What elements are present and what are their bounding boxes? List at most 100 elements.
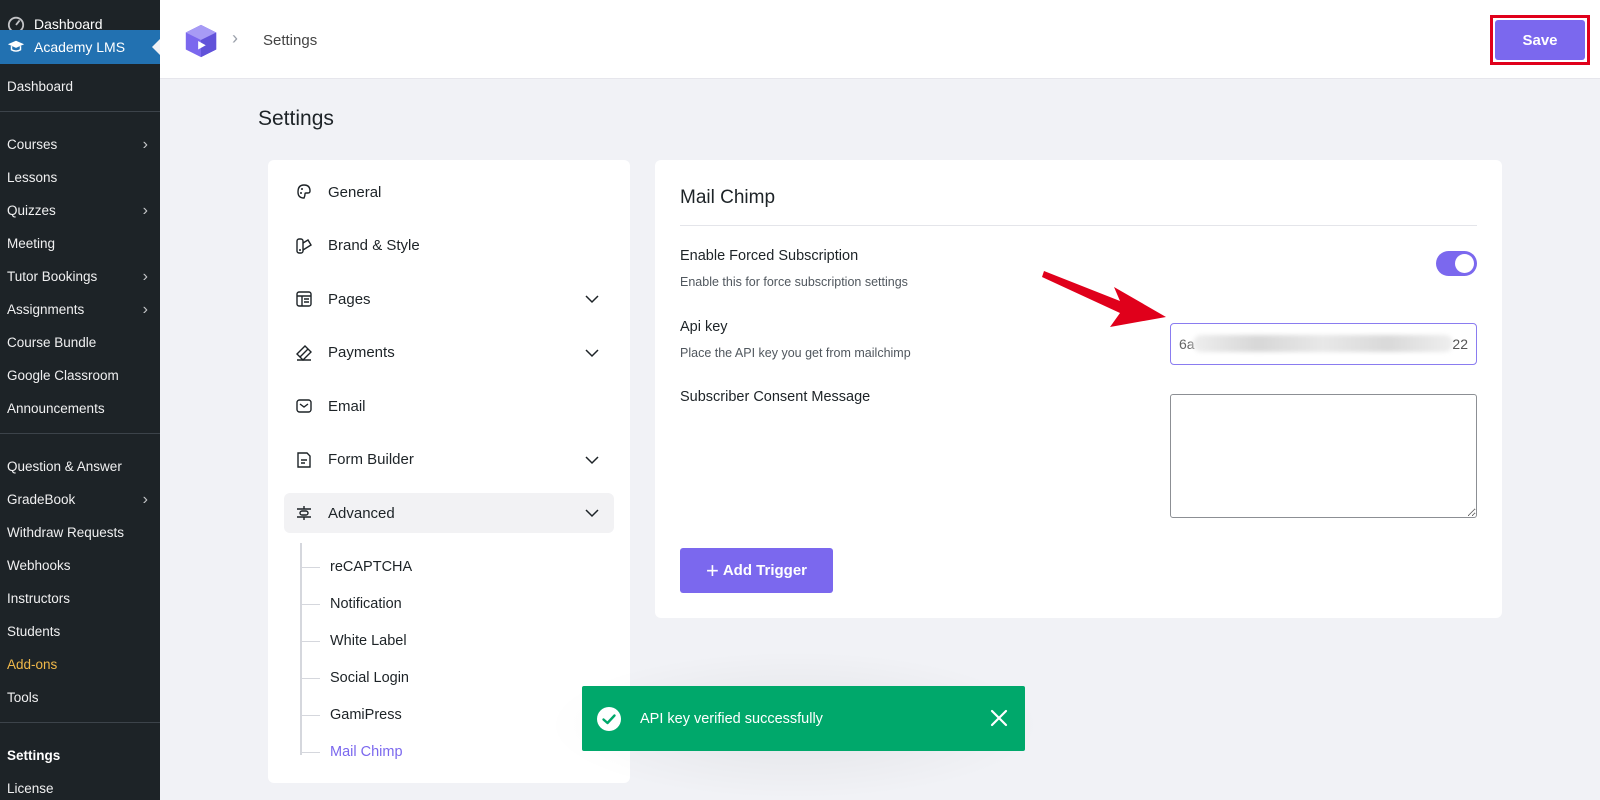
wp-menu-item-announcements[interactable]: Announcements bbox=[0, 392, 160, 425]
settings-nav-form-builder[interactable]: Form Builder bbox=[284, 440, 614, 480]
wp-menu-item-courses[interactable]: Courses › bbox=[0, 128, 160, 161]
chevron-right-icon: › bbox=[142, 201, 148, 219]
forced-subscription-toggle[interactable] bbox=[1436, 251, 1477, 276]
wp-menu-item-withdraw-requests[interactable]: Withdraw Requests bbox=[0, 516, 160, 549]
wp-menu-item-label: Meeting bbox=[7, 236, 56, 251]
advanced-subitem-mail-chimp[interactable]: Mail Chimp bbox=[300, 740, 403, 764]
wp-menu-item-label: Withdraw Requests bbox=[7, 525, 125, 540]
forced-subscription-label: Enable Forced Subscription bbox=[680, 248, 859, 264]
wp-menu-item-dashboard[interactable]: Dashboard bbox=[0, 70, 160, 103]
settings-nav-label: Form Builder bbox=[328, 451, 414, 468]
forced-subscription-hint: Enable this for force subscription setti… bbox=[680, 275, 908, 289]
settings-nav-label: Email bbox=[328, 397, 366, 415]
advanced-subitem-label: Notification bbox=[330, 596, 402, 612]
advanced-subitem-notification[interactable]: Notification bbox=[300, 592, 402, 616]
settings-nav-label: Payments bbox=[328, 344, 395, 361]
wp-menu-item-label: Assignments bbox=[7, 302, 85, 317]
add-trigger-label: Add Trigger bbox=[722, 562, 808, 579]
wp-menu-item-course-bundle[interactable]: Course Bundle bbox=[0, 326, 160, 359]
save-button-annotation-box: Save bbox=[1490, 15, 1590, 65]
wp-menu-item-label: Settings bbox=[7, 748, 61, 763]
wp-menu-item-meeting[interactable]: Meeting bbox=[0, 227, 160, 260]
api-key-visible-end: 22 bbox=[1452, 336, 1468, 352]
page-title: Settings bbox=[258, 107, 334, 130]
consent-message-textarea[interactable] bbox=[1170, 394, 1477, 518]
chevron-down-icon[interactable] bbox=[584, 505, 600, 521]
wp-menu-item-tutor-bookings[interactable]: Tutor Bookings › bbox=[0, 260, 160, 293]
wp-academy-lms-menu[interactable]: Academy LMS bbox=[0, 30, 160, 64]
advanced-subitem-gamipress[interactable]: GamiPress bbox=[300, 703, 402, 727]
settings-nav-payments[interactable]: Payments bbox=[284, 333, 614, 373]
chevron-right-icon: › bbox=[142, 267, 148, 285]
settings-nav-label: General bbox=[328, 183, 382, 201]
save-button[interactable]: Save bbox=[1495, 20, 1585, 60]
settings-nav-email[interactable]: Email bbox=[284, 386, 614, 426]
title-divider bbox=[680, 225, 1477, 226]
wp-menu-item-label: Dashboard bbox=[7, 79, 74, 94]
settings-nav-label: Advanced bbox=[328, 504, 395, 522]
chevron-down-icon[interactable] bbox=[584, 291, 600, 307]
wp-menu-item-label: Announcements bbox=[7, 401, 105, 416]
settings-nav-general[interactable]: General bbox=[284, 172, 614, 212]
wp-menu-item-settings[interactable]: Settings bbox=[0, 739, 160, 772]
wp-menu-item-question-and-answer[interactable]: Question & Answer bbox=[0, 450, 160, 483]
email-icon bbox=[296, 399, 312, 413]
wp-menu-item-students[interactable]: Students bbox=[0, 615, 160, 648]
wp-menu-item-label: GradeBook bbox=[7, 492, 76, 507]
mailchimp-title: Mail Chimp bbox=[680, 187, 776, 208]
advanced-subitem-label: Mail Chimp bbox=[330, 744, 403, 760]
chevron-right-icon: › bbox=[142, 135, 148, 153]
advanced-subitem-white-label[interactable]: White Label bbox=[300, 629, 407, 653]
wp-menu-item-label: Tools bbox=[7, 690, 39, 705]
close-icon[interactable] bbox=[989, 708, 1009, 728]
advanced-subitem-label: GamiPress bbox=[330, 707, 402, 723]
wp-menu-item-gradebook[interactable]: GradeBook › bbox=[0, 483, 160, 516]
advanced-subitem-recaptcha[interactable]: reCAPTCHA bbox=[300, 555, 412, 579]
advanced-subitem-label: White Label bbox=[330, 633, 407, 649]
advanced-subitem-social-login[interactable]: Social Login bbox=[300, 666, 409, 690]
brand-style-icon bbox=[296, 237, 312, 254]
add-trigger-button[interactable]: + Add Trigger bbox=[680, 548, 833, 593]
toast-message: API key verified successfully bbox=[640, 710, 823, 727]
annotation-arrow-icon bbox=[1042, 271, 1166, 327]
wp-menu-item-quizzes[interactable]: Quizzes › bbox=[0, 194, 160, 227]
api-key-redaction bbox=[1193, 335, 1453, 352]
top-header: › Settings Save bbox=[160, 0, 1600, 79]
api-key-input[interactable]: 6a 22 bbox=[1170, 323, 1477, 365]
settings-nav-pages[interactable]: Pages bbox=[284, 279, 614, 319]
wp-admin-sidebar: Dashboard Academy LMS Dashboard Courses › L… bbox=[0, 0, 160, 800]
wp-menu-item-label: Question & Answer bbox=[7, 459, 122, 474]
plus-icon: + bbox=[705, 557, 719, 583]
wp-menu-separator bbox=[0, 722, 160, 739]
chevron-down-icon[interactable] bbox=[584, 345, 600, 361]
chevron-right-icon: › bbox=[142, 490, 148, 508]
wp-menu-item-label: Students bbox=[7, 624, 61, 639]
wp-menu-item-label: Lessons bbox=[7, 170, 58, 185]
wp-menu-item-add-ons[interactable]: Add-ons bbox=[0, 648, 160, 681]
wp-menu-item-label: Google Classroom bbox=[7, 368, 119, 383]
wp-academy-lms-label: Academy LMS bbox=[34, 39, 126, 55]
wp-menu-item-label: Instructors bbox=[7, 591, 71, 606]
wp-menu-item-label: Add-ons bbox=[7, 657, 58, 672]
graduation-cap-icon bbox=[6, 37, 26, 57]
toggle-knob bbox=[1455, 254, 1474, 273]
wp-menu-item-google-classroom[interactable]: Google Classroom bbox=[0, 359, 160, 392]
settings-nav-label: Brand & Style bbox=[328, 237, 420, 254]
wp-submenu: Dashboard Courses › Lessons Quizzes › Meeting T… bbox=[0, 64, 160, 800]
settings-nav-label: Pages bbox=[328, 290, 371, 308]
wp-menu-item-lessons[interactable]: Lessons bbox=[0, 161, 160, 194]
success-toast: API key verified successfully bbox=[582, 686, 1025, 751]
wp-menu-item-instructors[interactable]: Instructors bbox=[0, 582, 160, 615]
advanced-subitem-label: reCAPTCHA bbox=[330, 559, 413, 575]
chevron-down-icon[interactable] bbox=[584, 452, 600, 468]
wp-menu-item-webhooks[interactable]: Webhooks bbox=[0, 549, 160, 582]
breadcrumb-current: Settings bbox=[263, 32, 318, 49]
wp-menu-item-assignments[interactable]: Assignments › bbox=[0, 293, 160, 326]
settings-nav-brand-and-style[interactable]: Brand & Style bbox=[284, 226, 614, 266]
settings-nav-advanced[interactable]: Advanced bbox=[284, 493, 614, 533]
wp-menu-item-license[interactable]: License bbox=[0, 772, 160, 800]
breadcrumb-chevron-icon: › bbox=[232, 28, 238, 48]
wp-menu-item-tools[interactable]: Tools bbox=[0, 681, 160, 714]
academy-logo-icon[interactable] bbox=[182, 22, 220, 60]
advanced-icon bbox=[297, 506, 311, 520]
